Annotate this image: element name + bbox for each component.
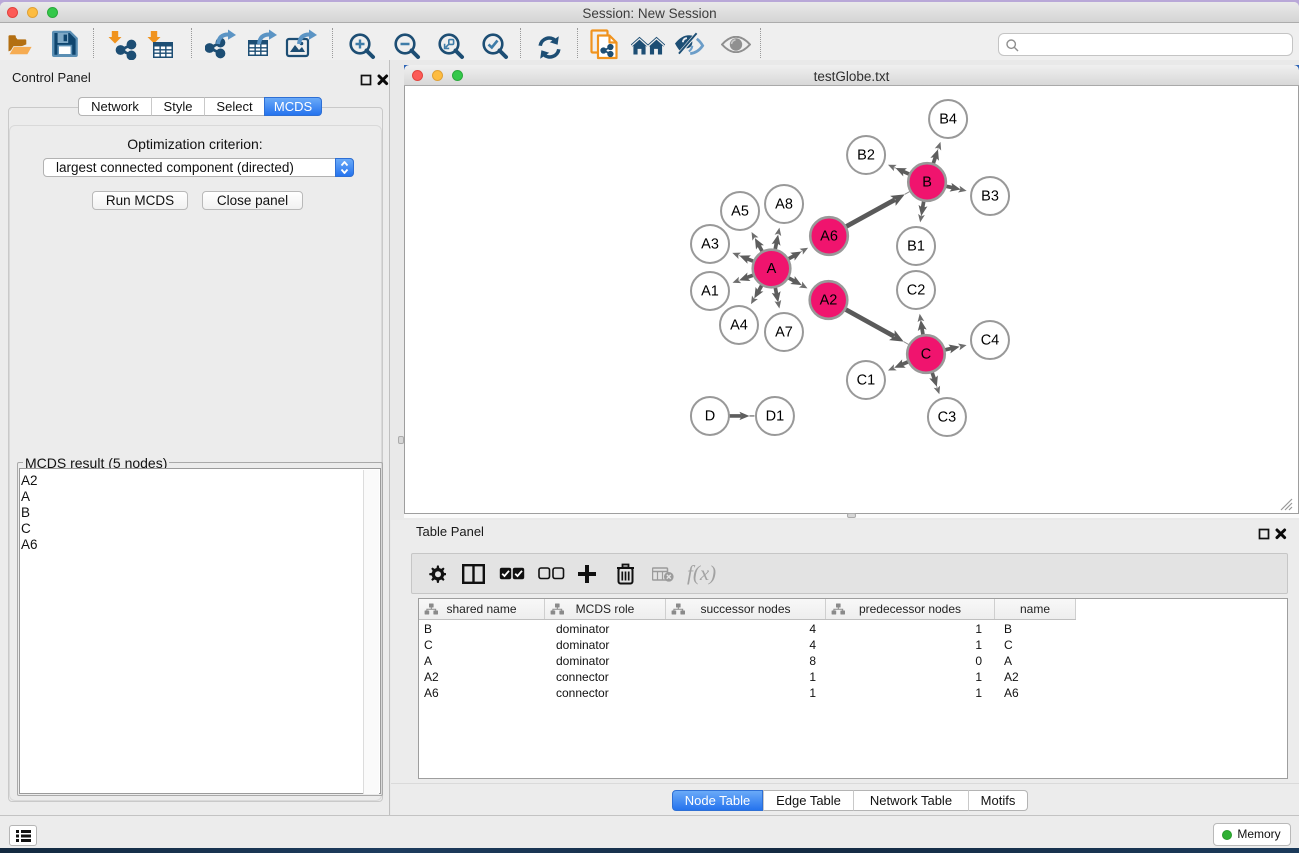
svg-text:D: D <box>705 408 715 424</box>
svg-text:A5: A5 <box>731 203 749 219</box>
svg-text:B: B <box>922 175 932 191</box>
svg-text:A4: A4 <box>730 317 748 333</box>
svg-text:C3: C3 <box>938 410 957 426</box>
svg-text:A3: A3 <box>701 236 719 252</box>
svg-text:D1: D1 <box>766 408 785 424</box>
svg-text:C4: C4 <box>981 333 1000 349</box>
svg-text:A: A <box>767 261 777 277</box>
svg-text:A2: A2 <box>820 292 838 308</box>
svg-text:A8: A8 <box>775 196 793 212</box>
svg-text:C2: C2 <box>907 283 926 299</box>
svg-text:A7: A7 <box>775 324 793 340</box>
svg-text:B1: B1 <box>907 239 925 255</box>
svg-text:B3: B3 <box>981 189 999 205</box>
svg-text:B4: B4 <box>939 112 957 128</box>
svg-text:C1: C1 <box>857 373 876 389</box>
svg-text:C: C <box>921 347 931 363</box>
svg-text:A1: A1 <box>701 283 719 299</box>
svg-text:B2: B2 <box>857 148 875 164</box>
svg-text:A6: A6 <box>820 228 838 244</box>
